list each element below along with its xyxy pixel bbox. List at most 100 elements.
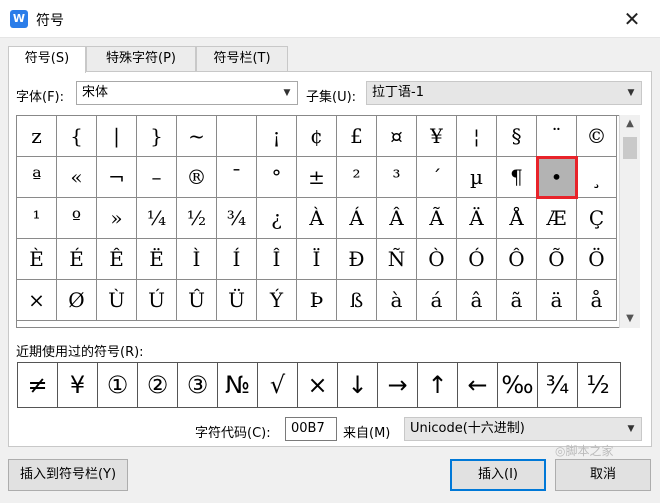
symbol-cell[interactable]: Ó — [457, 239, 497, 280]
recent-symbol-cell[interactable]: ← — [458, 363, 498, 407]
symbol-cell[interactable]: ä — [537, 280, 577, 321]
recent-symbol-cell[interactable]: № — [218, 363, 258, 407]
scroll-up-icon[interactable]: ▲ — [620, 115, 640, 133]
scroll-down-icon[interactable]: ▼ — [620, 310, 640, 328]
symbol-cell[interactable]: ³ — [377, 157, 417, 198]
tab-symbol-bar[interactable]: 符号栏(T) — [196, 46, 288, 72]
recent-symbol-cell[interactable]: ¥ — [58, 363, 98, 407]
symbol-cell[interactable]: – — [137, 157, 177, 198]
symbol-cell[interactable]: ¢ — [297, 116, 337, 157]
symbol-cell[interactable]: Ü — [217, 280, 257, 321]
font-select[interactable]: 宋体 ▼ — [76, 81, 298, 105]
subset-select[interactable]: 拉丁语-1 ▼ — [366, 81, 642, 105]
symbol-cell[interactable]: ¬ — [97, 157, 137, 198]
symbol-cell[interactable]: Ý — [257, 280, 297, 321]
recent-symbol-cell[interactable]: ½ — [578, 363, 618, 407]
recent-symbol-cell[interactable]: × — [298, 363, 338, 407]
symbol-cell[interactable]: z — [17, 116, 57, 157]
symbol-cell[interactable]: ¯ — [217, 157, 257, 198]
recent-symbol-cell[interactable]: ↑ — [418, 363, 458, 407]
symbol-cell[interactable]: Ò — [417, 239, 457, 280]
symbol-cell[interactable]: À — [297, 198, 337, 239]
symbol-cell[interactable]: ² — [337, 157, 377, 198]
symbol-cell[interactable]: ¡ — [257, 116, 297, 157]
symbol-cell[interactable]: È — [17, 239, 57, 280]
symbol-cell[interactable]: Æ — [537, 198, 577, 239]
symbol-cell[interactable]: Ô — [497, 239, 537, 280]
symbol-cell[interactable]: × — [17, 280, 57, 321]
symbol-cell[interactable]: ½ — [177, 198, 217, 239]
insert-button[interactable]: 插入(I) — [450, 459, 546, 491]
recent-symbol-cell[interactable]: ↓ — [338, 363, 378, 407]
symbol-cell[interactable]: £ — [337, 116, 377, 157]
symbol-cell[interactable]: å — [577, 280, 617, 321]
symbol-cell[interactable]: ¸ — [577, 157, 617, 198]
symbol-cell[interactable]: ß — [337, 280, 377, 321]
symbol-cell[interactable]: Â — [377, 198, 417, 239]
tab-symbols[interactable]: 符号(S) — [8, 46, 86, 73]
symbol-cell[interactable] — [217, 116, 257, 157]
recent-symbol-cell[interactable]: ≠ — [18, 363, 58, 407]
symbol-cell[interactable]: ° — [257, 157, 297, 198]
symbol-cell[interactable]: { — [57, 116, 97, 157]
recent-symbol-cell[interactable]: √ — [258, 363, 298, 407]
symbol-cell[interactable]: ¾ — [217, 198, 257, 239]
symbol-cell[interactable]: ¨ — [537, 116, 577, 157]
symbol-cell[interactable]: Ì — [177, 239, 217, 280]
symbol-cell[interactable]: © — [577, 116, 617, 157]
symbol-grid-scrollbar[interactable]: ▲ ▼ — [619, 115, 640, 328]
symbol-cell[interactable]: Ö — [577, 239, 617, 280]
symbol-cell[interactable]: | — [97, 116, 137, 157]
close-icon[interactable]: ✕ — [612, 4, 652, 34]
symbol-cell-selected[interactable]: • — [536, 156, 578, 199]
symbol-cell[interactable]: µ — [457, 157, 497, 198]
from-select[interactable]: Unicode(十六进制) ▼ — [404, 417, 642, 441]
recent-symbol-cell[interactable]: ② — [138, 363, 178, 407]
symbol-cell[interactable]: Ù — [97, 280, 137, 321]
scrollbar-thumb[interactable] — [623, 137, 637, 159]
symbol-cell[interactable]: Þ — [297, 280, 337, 321]
symbol-cell[interactable]: } — [137, 116, 177, 157]
symbol-cell[interactable]: Ñ — [377, 239, 417, 280]
char-code-input[interactable]: 00B7 — [285, 417, 337, 441]
symbol-cell[interactable]: Ø — [57, 280, 97, 321]
cancel-button[interactable]: 取消 — [555, 459, 651, 491]
symbol-cell[interactable]: º — [57, 198, 97, 239]
symbol-cell[interactable]: á — [417, 280, 457, 321]
symbol-cell[interactable]: ¼ — [137, 198, 177, 239]
symbol-cell[interactable]: Ð — [337, 239, 377, 280]
symbol-cell[interactable]: Ê — [97, 239, 137, 280]
symbol-cell[interactable]: Ä — [457, 198, 497, 239]
symbol-cell[interactable]: Î — [257, 239, 297, 280]
symbol-cell[interactable]: ~ — [177, 116, 217, 157]
symbol-cell[interactable]: à — [377, 280, 417, 321]
symbol-cell[interactable]: » — [97, 198, 137, 239]
symbol-cell[interactable]: É — [57, 239, 97, 280]
symbol-cell[interactable]: ´ — [417, 157, 457, 198]
symbol-cell[interactable]: Í — [217, 239, 257, 280]
symbol-cell[interactable]: ª — [17, 157, 57, 198]
symbol-cell[interactable]: Ú — [137, 280, 177, 321]
recent-symbol-cell[interactable]: ① — [98, 363, 138, 407]
symbol-cell[interactable]: â — [457, 280, 497, 321]
symbol-cell[interactable]: Ã — [417, 198, 457, 239]
symbol-cell[interactable]: ± — [297, 157, 337, 198]
symbol-cell[interactable]: ¥ — [417, 116, 457, 157]
symbol-cell[interactable]: ¿ — [257, 198, 297, 239]
insert-to-symbol-bar-button[interactable]: 插入到符号栏(Y) — [8, 459, 128, 491]
symbol-cell[interactable]: Ç — [577, 198, 617, 239]
symbol-cell[interactable]: ¹ — [17, 198, 57, 239]
tab-special-chars[interactable]: 特殊字符(P) — [86, 46, 196, 72]
symbol-cell[interactable]: Å — [497, 198, 537, 239]
symbol-cell[interactable]: ¦ — [457, 116, 497, 157]
recent-symbol-cell[interactable]: → — [378, 363, 418, 407]
symbol-cell[interactable]: Û — [177, 280, 217, 321]
symbol-cell[interactable]: Ï — [297, 239, 337, 280]
recent-symbol-cell[interactable]: ‰ — [498, 363, 538, 407]
recent-symbol-cell[interactable]: ③ — [178, 363, 218, 407]
symbol-cell[interactable]: Ë — [137, 239, 177, 280]
symbol-cell[interactable]: ã — [497, 280, 537, 321]
symbol-cell[interactable]: ¶ — [497, 157, 537, 198]
symbol-cell[interactable]: « — [57, 157, 97, 198]
symbol-cell[interactable]: ® — [177, 157, 217, 198]
